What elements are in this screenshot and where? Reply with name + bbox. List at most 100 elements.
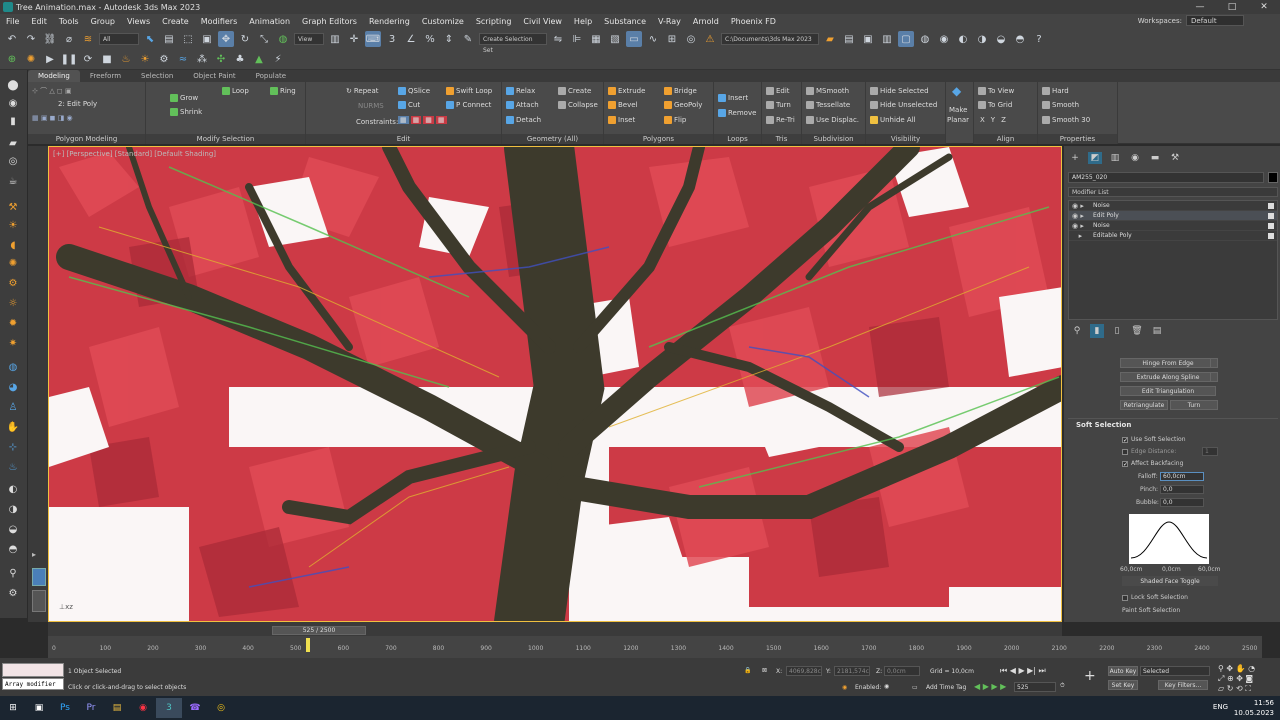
make-unique-icon[interactable]: ▯ [1110, 324, 1124, 338]
project-path-dropdown[interactable]: C:\Documents\3ds Max 2023 [721, 33, 819, 45]
affect-backfacing-checkbox[interactable]: ✓ Affect Backfacing [1122, 460, 1183, 467]
edge-distance-checkbox[interactable]: Edge Distance: [1122, 448, 1176, 455]
eye-icon[interactable]: ◉ ▸ [1072, 201, 1084, 211]
to-view-button[interactable]: To View [978, 87, 1014, 95]
window-crossing-icon[interactable]: ▣ [199, 31, 215, 47]
render-frame-icon[interactable]: ▣ [860, 31, 876, 47]
current-frame-marker[interactable] [306, 638, 310, 652]
polygon-modeling-label[interactable]: Polygon Modeling [28, 134, 145, 144]
stack-item-toggle[interactable] [1268, 223, 1274, 229]
tessellate-button[interactable]: Tessellate [806, 101, 850, 109]
menu-graph-editors[interactable]: Graph Editors [296, 17, 363, 26]
rect-selection-icon[interactable]: ⬚ [180, 31, 196, 47]
falloff-field[interactable]: 60,0cm [1160, 472, 1204, 481]
zoom-icon[interactable]: ✺ [6, 256, 20, 270]
msmooth-button[interactable]: MSmooth [806, 87, 849, 95]
smooth30-button[interactable]: Smooth 30 [1042, 116, 1090, 124]
move-icon[interactable]: ✥ [218, 31, 234, 47]
properties-group-label[interactable]: Properties [1038, 134, 1117, 144]
redo-icon[interactable]: ↷ [23, 31, 39, 47]
align-icon[interactable]: ⊫ [569, 31, 585, 47]
stack-item-edit-poly[interactable]: ◉ ▸ Edit Poly [1069, 211, 1277, 221]
pivot-center-icon[interactable]: ▥ [327, 31, 343, 47]
stack-item-toggle[interactable] [1268, 203, 1274, 209]
keyboard-shortcut-icon[interactable]: ⌨ [365, 31, 381, 47]
menu-customize[interactable]: Customize [416, 17, 470, 26]
key-set-dropdown[interactable]: Selected [1140, 666, 1210, 676]
create-button[interactable]: Create [558, 87, 591, 95]
play-loop-icon[interactable]: ⟳ [80, 51, 96, 67]
material-icon[interactable]: ◍ [6, 360, 20, 374]
phoenix-fire-icon[interactable]: ♨ [118, 51, 134, 67]
menu-edit[interactable]: Edit [25, 17, 53, 26]
menu-substance[interactable]: Substance [598, 17, 652, 26]
key-filters-button[interactable]: Key Filters... [1158, 680, 1208, 690]
modifier-list-dropdown[interactable]: Modifier List [1068, 187, 1278, 197]
configure-sets-icon[interactable]: ▤ [1150, 324, 1164, 338]
place-icon[interactable]: ◍ [275, 31, 291, 47]
inset-button[interactable]: Inset [608, 116, 635, 124]
extrude-spline-settings-button[interactable] [1210, 372, 1218, 382]
tab-object-paint[interactable]: Object Paint [183, 70, 245, 82]
material-editor-icon[interactable]: ◎ [683, 31, 699, 47]
sun-tool-icon[interactable]: ☼ [6, 296, 20, 310]
turn-button[interactable]: Turn [1170, 400, 1218, 410]
light-icon[interactable]: ☀ [6, 218, 20, 232]
map-icon[interactable]: ◕ [6, 380, 20, 394]
viewport-nav-icons[interactable]: ⚲ ✥ ✋ ◔ ⤢ ⊕ ✥ ◙ ▱ ↻ ⟲ ⛶ [1218, 664, 1255, 694]
language-indicator[interactable]: ENG [1213, 703, 1228, 711]
globe-icon[interactable]: ◐ [6, 482, 20, 496]
hide-selected-button[interactable]: Hide Selected [870, 87, 929, 95]
phoenix-source-icon[interactable]: ⚙ [156, 51, 172, 67]
loops-group-label[interactable]: Loops [714, 134, 761, 144]
unlink-icon[interactable]: ⌀ [61, 31, 77, 47]
render-iterative-icon[interactable]: ◍ [917, 31, 933, 47]
vray-light-icon[interactable]: ◓ [1012, 31, 1028, 47]
bridge-button[interactable]: Bridge [664, 87, 697, 95]
render-production-icon[interactable]: ▥ [879, 31, 895, 47]
make-planar-button[interactable]: ◆ Make Planar [946, 82, 974, 144]
bubble-field[interactable]: 0,0 [1160, 498, 1204, 507]
retri-button[interactable]: Re-Tri [766, 116, 795, 124]
fire-tool-icon[interactable]: ♨ [6, 460, 20, 474]
workspace-dropdown[interactable]: Default [1186, 15, 1244, 26]
pin-stack-icon[interactable]: ⚲ [1070, 324, 1084, 338]
p-connect-button[interactable]: P Connect [446, 101, 491, 109]
schematic-view-icon[interactable]: ⊞ [664, 31, 680, 47]
forest-icon[interactable]: ♣ [232, 51, 248, 67]
create-panel-icon[interactable]: ⬤ [6, 78, 20, 92]
hierarchy-tab-icon[interactable]: ▥ [1108, 152, 1122, 164]
opera-icon[interactable]: ◉ [130, 698, 156, 718]
menu-vray[interactable]: V-Ray [652, 17, 687, 26]
extrude-button[interactable]: Extrude [608, 87, 645, 95]
vray-fb-icon[interactable]: ◑ [974, 31, 990, 47]
relax-button[interactable]: Relax [506, 87, 535, 95]
object-name-field[interactable]: AM255_020 [1068, 172, 1264, 183]
detach-button[interactable]: Detach [506, 116, 541, 124]
auto-key-button[interactable]: Auto Key [1108, 666, 1138, 676]
tab-modeling[interactable]: Modeling [28, 70, 80, 82]
menu-group[interactable]: Group [85, 17, 121, 26]
stack-item-noise[interactable]: ◉ ▸ Noise [1069, 201, 1277, 211]
x-coordinate-field[interactable]: 4069,828c [786, 666, 822, 676]
show-end-result-icon[interactable]: ▮ [1090, 324, 1104, 338]
remove-modifier-icon[interactable]: 🗑 [1130, 324, 1144, 338]
menu-rendering[interactable]: Rendering [363, 17, 416, 26]
geopoly-button[interactable]: GeoPoly [664, 101, 702, 109]
tris-edit-button[interactable]: Edit [766, 87, 790, 95]
align-z-button[interactable]: Z [1001, 116, 1006, 124]
tab-freeform[interactable]: Freeform [80, 70, 131, 82]
time-slider-track[interactable] [48, 622, 1062, 636]
polygons-group-label[interactable]: Polygons [604, 134, 713, 144]
current-frame-field[interactable]: 525 [1014, 682, 1056, 692]
soft-selection-rollout-header[interactable]: Soft Selection [1068, 418, 1278, 430]
retriangulate-button[interactable]: Retriangulate [1120, 400, 1168, 410]
minimize-button[interactable]: — [1184, 0, 1216, 14]
paint-icon[interactable]: ◑ [6, 502, 20, 516]
qslice-button[interactable]: QSlice [398, 87, 430, 95]
menu-civil-view[interactable]: Civil View [517, 17, 568, 26]
rotate-icon[interactable]: ↻ [237, 31, 253, 47]
align-y-button[interactable]: Y [991, 116, 995, 124]
cylinder-icon[interactable]: ▮ [6, 114, 20, 128]
edit-named-sets-icon[interactable]: ✎ [460, 31, 476, 47]
